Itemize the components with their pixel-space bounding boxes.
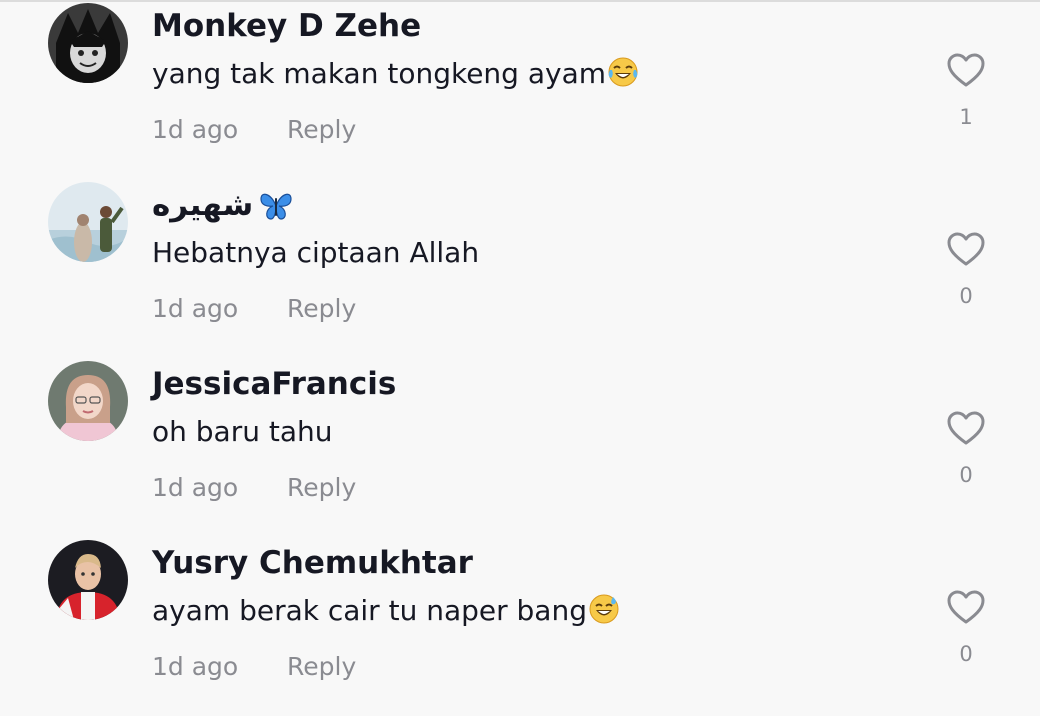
like-heart-icon[interactable] (946, 51, 986, 91)
comment-timestamp: 1d ago (152, 115, 239, 144)
comment-username[interactable]: JessicaFrancis (152, 364, 396, 404)
comment-meta: 1d ago Reply (152, 468, 356, 508)
avatar[interactable] (48, 361, 128, 441)
comment-username[interactable]: Yusry Chemukhtar (152, 543, 473, 583)
comment-timestamp: 1d ago (152, 473, 239, 502)
like-heart-icon[interactable] (946, 588, 986, 628)
reply-button[interactable]: Reply (287, 468, 356, 508)
comment-username-text: شهيره (152, 187, 254, 223)
like-heart-icon[interactable] (946, 230, 986, 270)
comment-item: شهيره Hebatnya ciptaan Allah 1d ago Reply… (0, 179, 1040, 358)
comment-text-content: yang tak makan tongkeng ayam (152, 57, 607, 90)
comment-item: Yusry Chemukhtar ayam berak cair tu nape… (0, 537, 1040, 716)
reply-button[interactable]: Reply (287, 110, 356, 150)
comment-list: Monkey D Zehe yang tak makan tongkeng ay… (0, 0, 1040, 681)
like-count: 0 (959, 463, 973, 487)
reply-button[interactable]: Reply (287, 289, 356, 329)
like-count: 1 (959, 105, 973, 129)
avatar[interactable] (48, 182, 128, 262)
avatar[interactable] (48, 540, 128, 620)
comment-text: ayam berak cair tu naper bang (152, 591, 620, 636)
comment-meta: 1d ago Reply (152, 647, 356, 687)
sweat-smile-emoji-icon (588, 593, 620, 636)
comment-item: Monkey D Zehe yang tak makan tongkeng ay… (0, 0, 1040, 179)
comment-text-content: ayam berak cair tu naper bang (152, 594, 587, 627)
like-count: 0 (959, 642, 973, 666)
comment-meta: 1d ago Reply (152, 110, 356, 150)
tears-of-joy-emoji-icon (607, 56, 639, 99)
comment-item: JessicaFrancis oh baru tahu 1d ago Reply … (0, 358, 1040, 537)
comment-meta: 1d ago Reply (152, 289, 356, 329)
comment-timestamp: 1d ago (152, 652, 239, 681)
comment-text: Hebatnya ciptaan Allah (152, 236, 480, 269)
like-heart-icon[interactable] (946, 409, 986, 449)
comment-timestamp: 1d ago (152, 294, 239, 323)
butterfly-emoji-icon (259, 191, 293, 231)
comment-text: oh baru tahu (152, 415, 333, 448)
comment-text: yang tak makan tongkeng ayam (152, 54, 639, 99)
comment-username[interactable]: Monkey D Zehe (152, 6, 421, 46)
reply-button[interactable]: Reply (287, 647, 356, 687)
comment-username[interactable]: شهيره (152, 185, 293, 231)
like-count: 0 (959, 284, 973, 308)
avatar[interactable] (48, 3, 128, 83)
